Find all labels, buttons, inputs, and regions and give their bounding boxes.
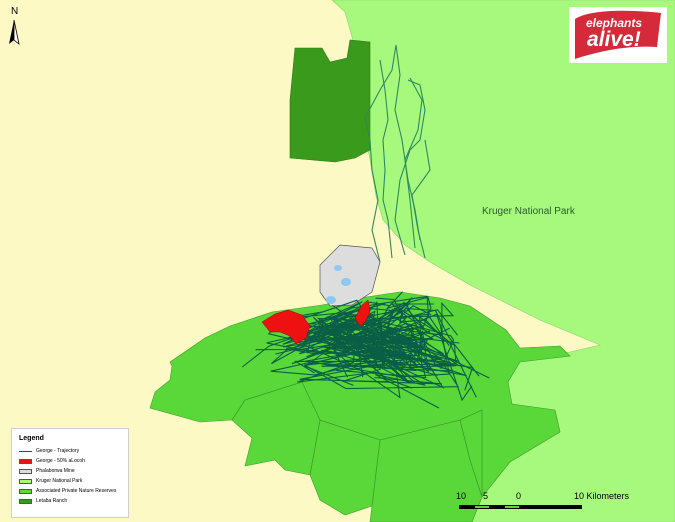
scale-segment xyxy=(474,505,490,509)
legend-swatch xyxy=(19,479,32,484)
legend-item: Kruger National Park xyxy=(19,477,127,486)
scale-segment xyxy=(504,505,520,509)
scale-tick-label: 5 xyxy=(483,491,489,501)
mine-pit xyxy=(341,278,351,286)
scale-segment xyxy=(519,505,582,509)
legend-item: George - Trajectory xyxy=(19,447,127,456)
legend-label: Letaba Ranch xyxy=(36,498,68,504)
north-label: N xyxy=(11,6,19,17)
letaba-ranch-area xyxy=(289,39,371,163)
legend-item: Associated Private Nature Reserves xyxy=(19,487,127,496)
logo-text-bottom: alive! xyxy=(587,28,641,51)
legend-item: George - 50% aLocoh xyxy=(19,457,127,466)
legend-label: George - 50% aLocoh xyxy=(36,458,85,464)
legend-box: Legend George - Trajectory George - 50% a… xyxy=(11,428,129,518)
legend-title: Legend xyxy=(19,435,44,442)
elephants-alive-logo: elephants alive! xyxy=(569,7,667,63)
legend-swatch xyxy=(19,499,32,504)
legend-swatch xyxy=(19,469,32,474)
legend-label: Phalaborwa Mine xyxy=(36,468,75,474)
mine-pit xyxy=(334,265,342,271)
legend-swatch xyxy=(19,489,32,494)
scale-segment xyxy=(489,505,505,509)
legend-label: George - Trajectory xyxy=(36,448,80,454)
legend-item: Phalaborwa Mine xyxy=(19,467,127,476)
mine-pit xyxy=(326,296,336,304)
scale-segment xyxy=(459,505,475,509)
kruger-park-label: Kruger National Park xyxy=(482,206,575,217)
legend-swatch xyxy=(19,451,32,452)
scale-tick-label: 0 xyxy=(516,491,522,501)
scale-tick-label: 10 xyxy=(456,491,467,501)
legend-label: Kruger National Park xyxy=(36,478,83,484)
scale-tick-label: 10 Kilometers xyxy=(574,491,630,501)
legend-item: Letaba Ranch xyxy=(19,497,127,506)
legend-label: Associated Private Nature Reserves xyxy=(36,488,117,494)
scale-bar: 10 5 0 10 Kilometers xyxy=(456,491,656,517)
legend-swatch xyxy=(19,459,32,464)
north-arrow-icon xyxy=(9,19,20,46)
